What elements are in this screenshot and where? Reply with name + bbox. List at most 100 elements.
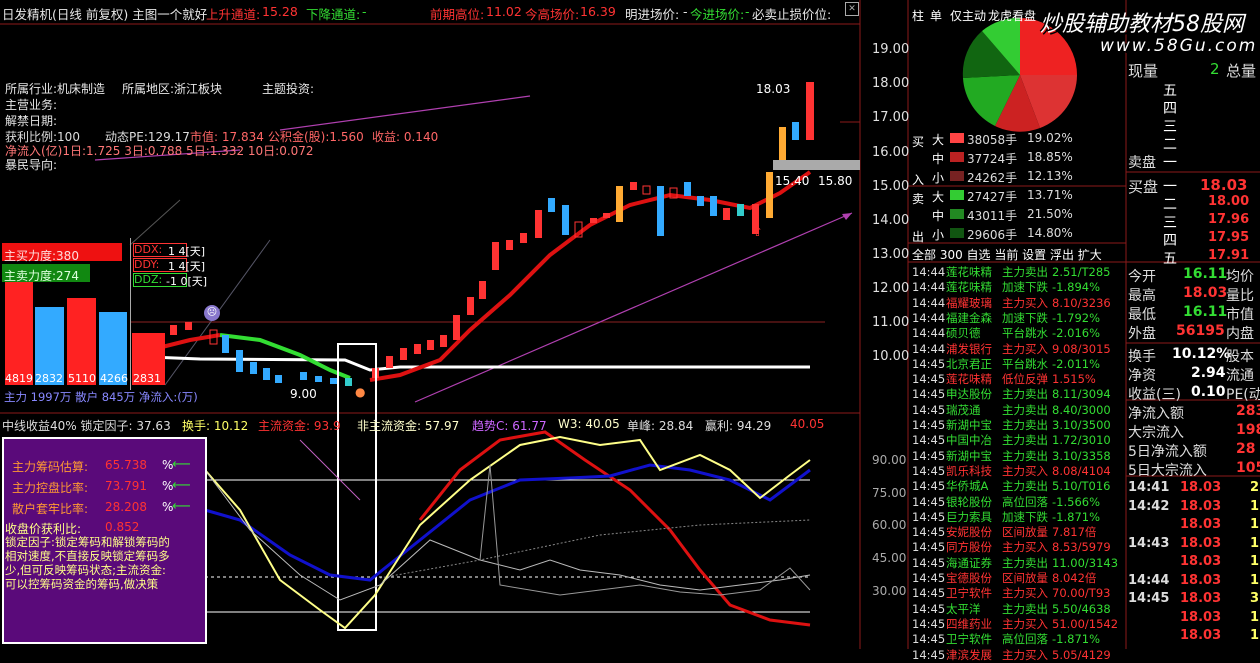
price-axis-tick: 15.00 xyxy=(872,179,910,194)
tape-row[interactable]: 14:45新湖中宝 主力卖出 3.10/3500 xyxy=(912,417,1112,433)
tape-action: 平台跳水 xyxy=(1002,326,1048,341)
tape-time: 14:44 xyxy=(912,265,946,279)
tape-row[interactable]: 14:45凯乐科技 主力买入 8.08/4104 xyxy=(912,463,1112,479)
trade-price: 18.03 xyxy=(1180,572,1222,588)
tape-row[interactable]: 14:45瑞茂通 主力卖出 8.40/3000 xyxy=(912,402,1112,418)
stop-label: 必卖止损价位: xyxy=(752,7,832,22)
tab-bar-chart[interactable]: 柱 xyxy=(912,7,924,24)
tab-single[interactable]: 单 xyxy=(930,7,942,24)
flow-volume: 37724手 xyxy=(967,152,1018,166)
tape-row[interactable]: 14:45太平洋 主力卖出 5.50/4638 xyxy=(912,601,1112,617)
tape-time: 14:44 xyxy=(912,326,946,341)
tape-time: 14:45 xyxy=(912,555,946,570)
tape-row[interactable]: 14:45安妮股份 区间放量 7.817倍 xyxy=(912,524,1112,540)
ddx-label: DDX: xyxy=(134,243,163,256)
tape-stock: 银轮股份 xyxy=(946,494,992,509)
tape-row[interactable]: 14:45同方股份 主力买入 8.53/5979 xyxy=(912,539,1112,555)
price-axis-tick: 14.00 xyxy=(872,213,910,228)
price-axis-tick: 13.00 xyxy=(872,247,910,262)
main-business: 主营业务: xyxy=(5,98,58,112)
tape-row[interactable]: 14:44浦发银行 主力买入 9.08/3015 xyxy=(912,341,1112,357)
tape-value: 8.10/3236 xyxy=(1052,295,1111,310)
tape-row[interactable]: 14:45银轮股份 高位回落 -1.566% xyxy=(912,494,1112,510)
indicator-extra: 40.05 xyxy=(790,417,825,431)
tape-action: 主力卖出 xyxy=(1002,387,1048,402)
face-icon: ☹ xyxy=(204,305,220,321)
tape-value: -1.894% xyxy=(1052,280,1100,295)
tape-time: 14:45 xyxy=(912,494,946,509)
filter-bar[interactable]: 全部 300 自选 当前 设置 浮出 扩大 xyxy=(912,246,1102,263)
tape-row[interactable]: 14:44莲花味精 加速下跌 -1.894% xyxy=(912,279,1112,295)
tape-stock: 新湖中宝 xyxy=(946,448,992,463)
tape-time: 14:45 xyxy=(912,586,946,601)
volume-label: 现量 xyxy=(1128,62,1159,80)
tape-row[interactable]: 14:45巨力索具 加速下跌 -1.871% xyxy=(912,509,1112,525)
indicator-axis-tick: 30.00 xyxy=(872,584,907,598)
tape-row[interactable]: 14:45中国中冶 主力卖出 1.72/3010 xyxy=(912,432,1112,448)
indicator-non-main: 非主流资金: 57.97 xyxy=(357,419,460,433)
indicator-axis-tick: 90.00 xyxy=(872,453,907,467)
tape-stock: 莲花味精 xyxy=(946,265,992,279)
tape-row[interactable]: 14:45申达股份 主力卖出 8.11/3094 xyxy=(912,386,1112,402)
price-axis-tick: 18.00 xyxy=(872,76,910,91)
tape-row[interactable]: 14:44硕贝德 平台跳水 -2.016% xyxy=(912,325,1112,341)
tape-row[interactable]: 14:45四维药业 主力买入 51.00/1542 xyxy=(912,616,1118,632)
tape-row[interactable]: 14:45宝德股份 区间放量 8.042倍 xyxy=(912,570,1112,586)
tape-row[interactable]: 14:45莲花味精 低位反弹 1.515% xyxy=(912,371,1112,387)
trade-price: 18.03 xyxy=(1180,609,1222,625)
tape-row[interactable]: 14:45新湖中宝 主力卖出 3.10/3358 xyxy=(912,448,1112,464)
buy-label: 买 xyxy=(912,135,925,149)
tape-time: 14:45 xyxy=(912,418,946,432)
flow-size: 中 xyxy=(932,209,945,223)
price-axis-tick: 19.00 xyxy=(872,42,910,57)
tape-value: 8.11/3094 xyxy=(1052,387,1111,402)
ddy-tag: 1 4[天] xyxy=(168,260,206,273)
tab-active-only[interactable]: 仅主动 xyxy=(950,7,986,24)
close-icon[interactable]: ✕ xyxy=(845,2,859,16)
flow-volume: 29606手 xyxy=(967,228,1018,242)
theme: 主题投资: xyxy=(262,82,315,96)
region: 所属地区:浙江板块 xyxy=(122,82,223,96)
tape-row[interactable]: 14:45北京君正 平台跳水 -2.011% xyxy=(912,356,1112,372)
tape-row[interactable]: 14:44福耀玻璃 主力买入 8.10/3236 xyxy=(912,295,1112,311)
flow-volume: 43011手 xyxy=(967,209,1018,223)
control-ratio-label: 主力控盘比率: xyxy=(12,481,89,495)
tape-time: 14:44 xyxy=(912,341,946,356)
bar-value-5: 2831 xyxy=(133,372,161,385)
tape-row[interactable]: 14:45卫宁软件 主力买入 70.00/T93 xyxy=(912,585,1112,601)
tape-time: 14:45 xyxy=(912,463,946,478)
trade-volume: 1 xyxy=(1250,572,1260,588)
trade-price: 18.03 xyxy=(1180,480,1222,495)
today-enter-label: 今进场价: xyxy=(690,7,745,22)
tape-row[interactable]: 14:45海通证券 主力卖出 11.00/3143 xyxy=(912,555,1118,571)
today-enter-value: - xyxy=(745,4,750,19)
trade-price: 18.03 xyxy=(1180,498,1222,514)
tape-value: 5.50/4638 xyxy=(1052,601,1111,616)
tape-time: 14:45 xyxy=(912,616,946,631)
flow-percent: 13.71% xyxy=(1027,188,1073,202)
tape-time: 14:45 xyxy=(912,525,946,540)
tape-row[interactable]: 14:45卫宁软件 高位回落 -1.871% xyxy=(912,631,1112,647)
trade-volume: 1 xyxy=(1250,628,1260,643)
tape-stock: 莲花味精 xyxy=(946,280,992,295)
tape-row[interactable]: 14:45华侨城A 主力卖出 5.10/T016 xyxy=(912,478,1112,494)
ddz-tag: -1 0[天] xyxy=(166,275,208,288)
tape-row[interactable]: 14:44莲花味精 主力卖出 2.51/T285 xyxy=(912,264,1112,280)
price-axis-tick: 12.00 xyxy=(872,281,910,296)
tape-stock: 卫宁软件 xyxy=(946,632,992,647)
tape-stock: 安妮股份 xyxy=(946,525,992,540)
money-icon: ● xyxy=(355,385,366,399)
tape-stock: 华侨城A xyxy=(946,479,989,494)
down-channel-label: 下降通道: xyxy=(306,7,361,22)
unlock-date: 解禁日期: xyxy=(5,114,58,128)
tab-dragon[interactable]: 龙虎看盘 xyxy=(988,7,1036,24)
flow-volume: 24262手 xyxy=(967,171,1018,185)
trade-volume: 1 xyxy=(1250,517,1260,532)
tape-action: 主力买入 xyxy=(1002,341,1048,356)
tape-row[interactable]: 14:44福建金森 加速下跌 -1.792% xyxy=(912,310,1112,326)
enter-label: 明进场价: xyxy=(625,7,680,22)
tape-value: 1.515% xyxy=(1052,372,1096,387)
indicator-w3: W3: 40.05 xyxy=(558,417,620,431)
in-label: 入 xyxy=(912,173,925,187)
tape-action: 区间放量 xyxy=(1002,571,1048,585)
